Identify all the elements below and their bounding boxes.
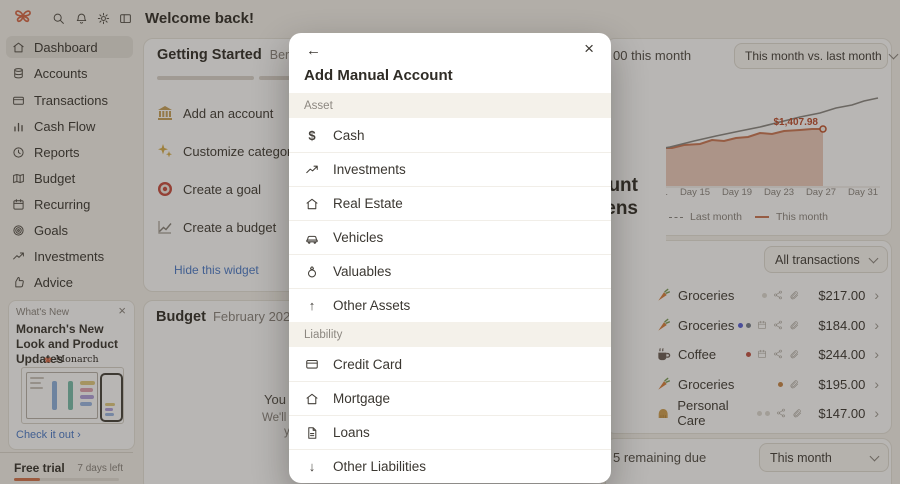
car-icon (304, 231, 320, 245)
credit-card-icon (304, 357, 320, 371)
modal-item-valuables[interactable]: Valuables (289, 254, 611, 288)
arrow-up-icon: ↑ (308, 298, 316, 313)
modal-title: Add Manual Account (304, 67, 453, 84)
arrow-down-icon: ↓ (308, 459, 316, 474)
modal-item-real-estate[interactable]: Real Estate (289, 186, 611, 220)
modal-item-credit-card[interactable]: Credit Card (289, 347, 611, 381)
modal-item-other-assets[interactable]: ↑ Other Assets (289, 288, 611, 322)
modal-item-other-liabilities[interactable]: ↓ Other Liabilities (289, 449, 611, 483)
document-icon (304, 426, 320, 440)
modal-item-investments[interactable]: Investments (289, 152, 611, 186)
modal-item-loans[interactable]: Loans (289, 415, 611, 449)
back-arrow-icon[interactable]: ← (306, 42, 321, 59)
app-window: Welcome back! Dashboard Accounts Transac… (0, 0, 900, 484)
modal-item-mortgage[interactable]: Mortgage (289, 381, 611, 415)
trend-up-icon (304, 163, 320, 177)
modal-section-asset: Asset (289, 93, 611, 118)
dollar-icon: $ (308, 127, 316, 143)
home-icon (304, 197, 320, 211)
ring-icon (304, 265, 320, 279)
close-icon[interactable]: × (584, 39, 594, 59)
home-icon (304, 392, 320, 406)
modal-item-cash[interactable]: $ Cash (289, 118, 611, 152)
modal-section-liability: Liability (289, 322, 611, 347)
add-manual-account-modal: ← × Add Manual Account Asset $ Cash Inve… (289, 33, 611, 483)
modal-item-vehicles[interactable]: Vehicles (289, 220, 611, 254)
